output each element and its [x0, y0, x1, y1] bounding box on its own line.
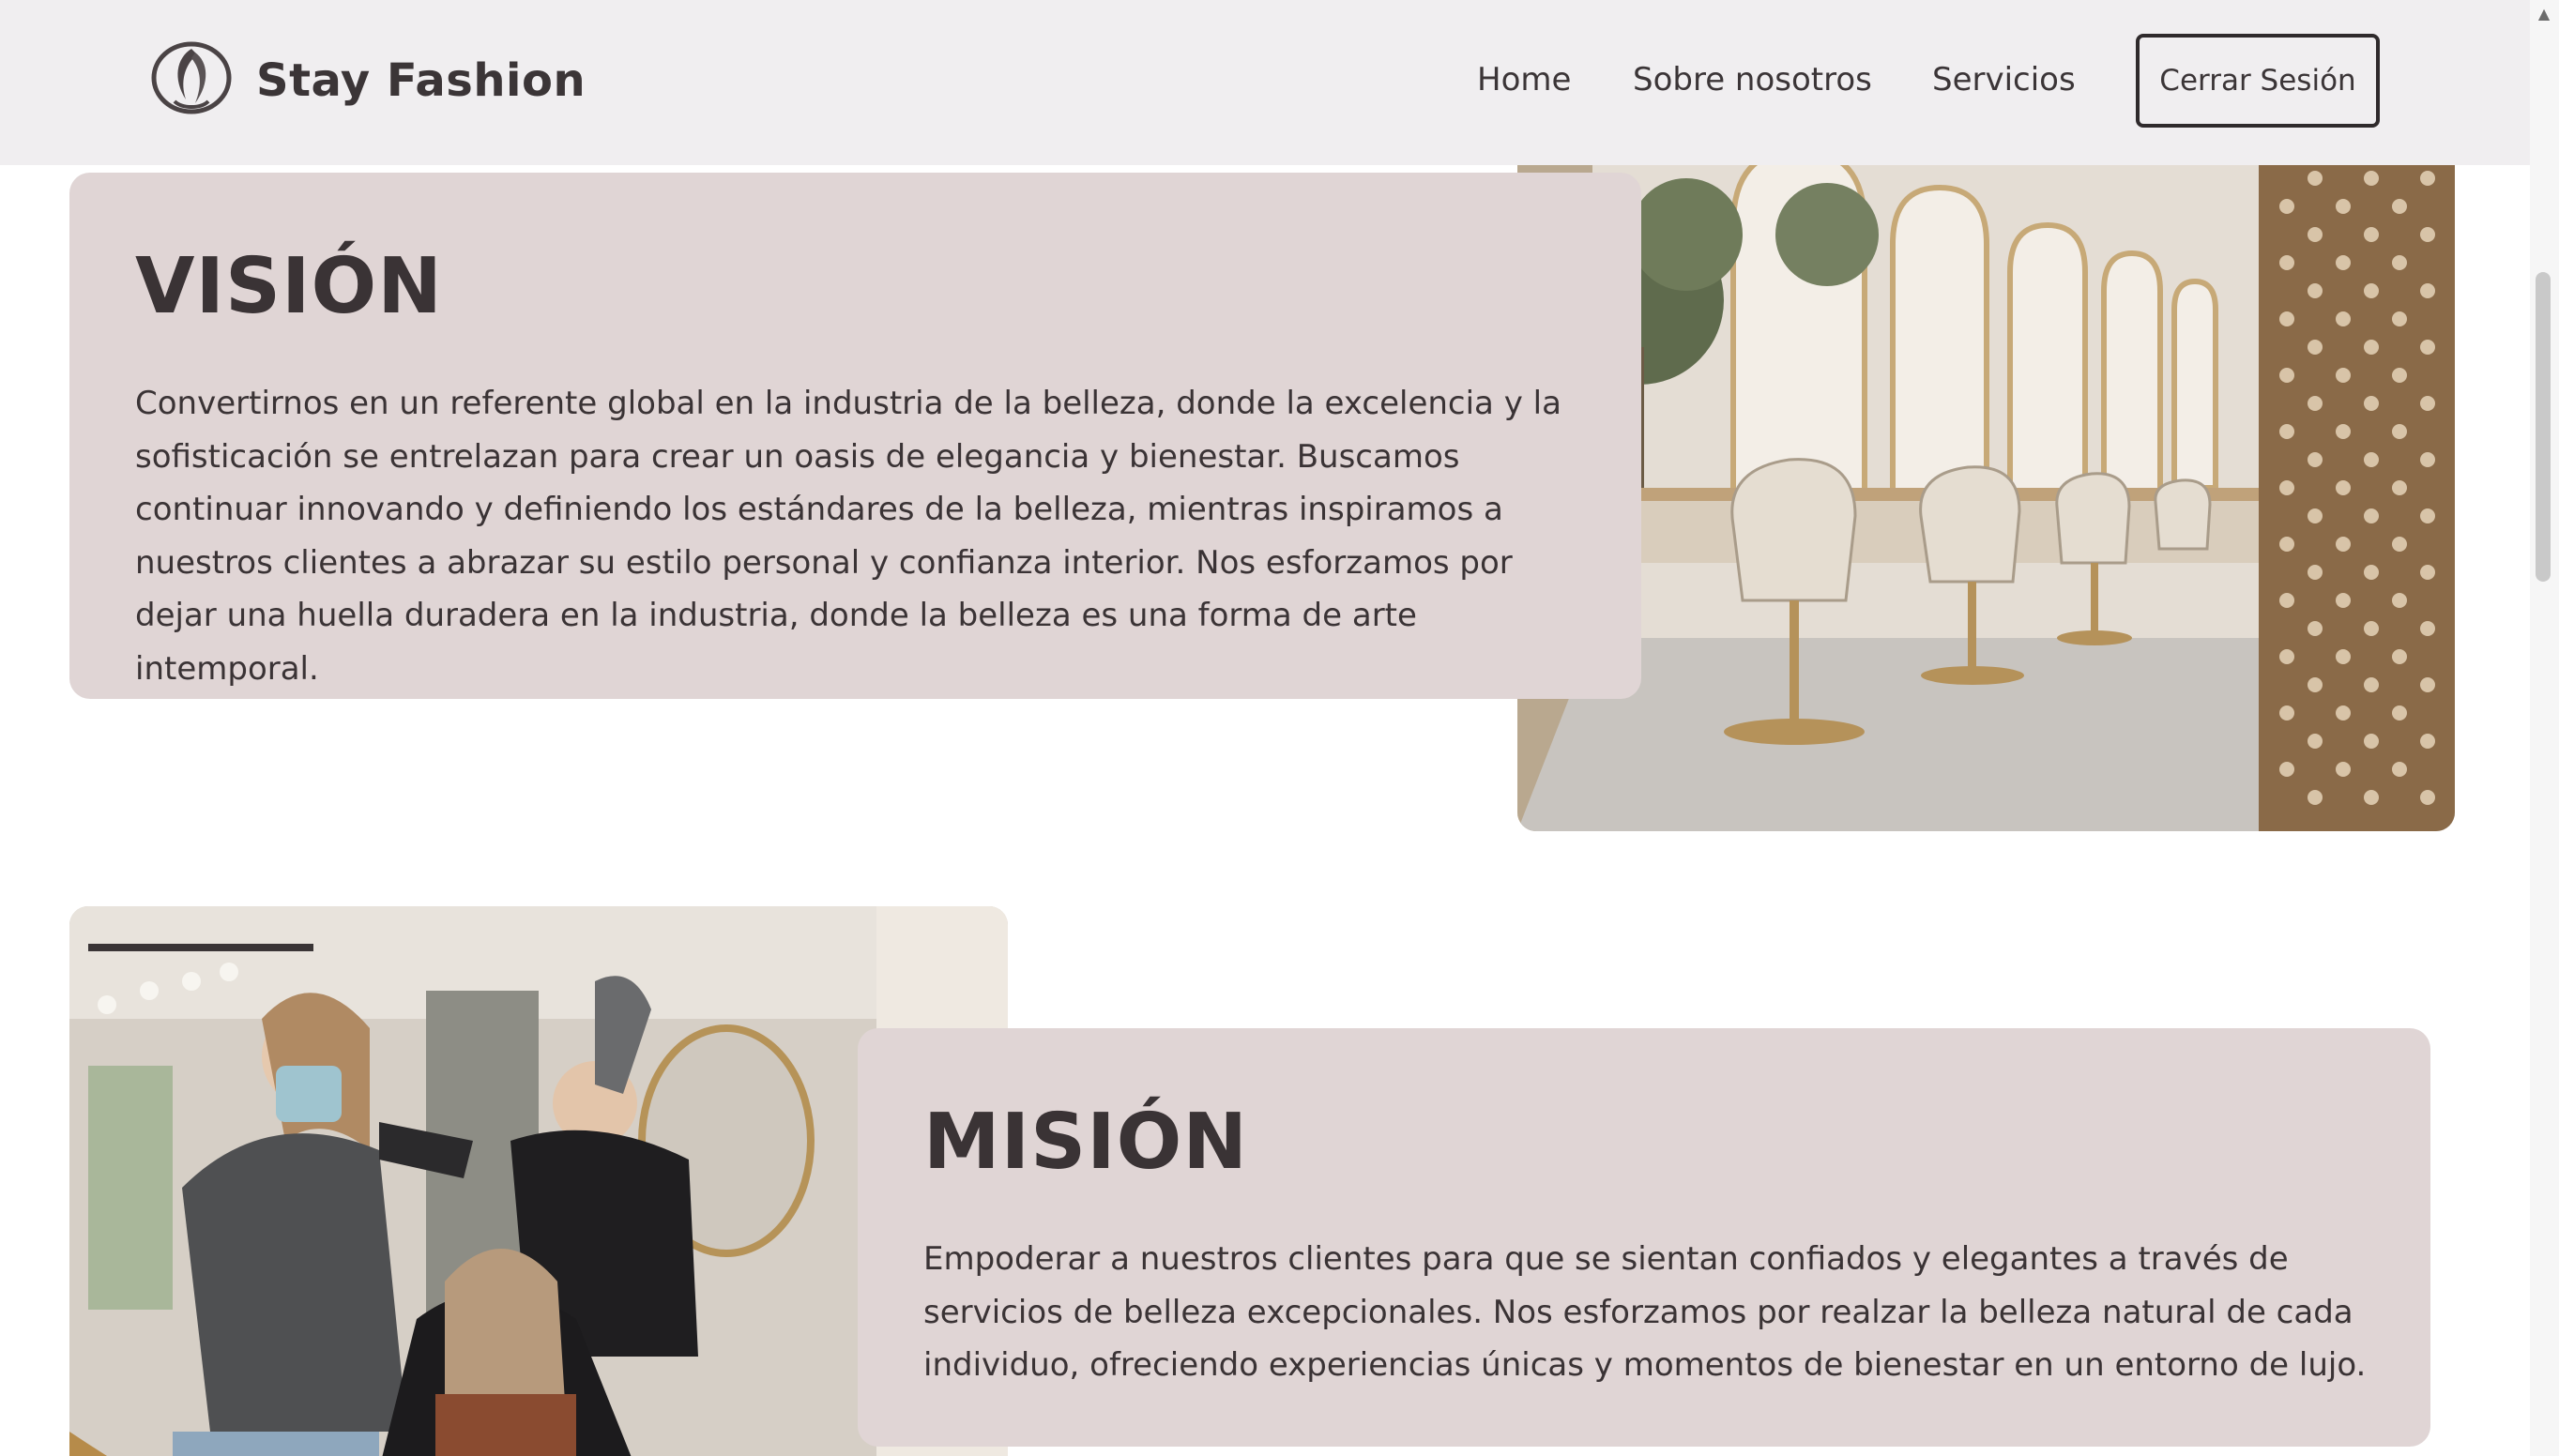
- mision-card: MISIÓN Empoderar a nuestros clientes par…: [858, 1028, 2430, 1447]
- vision-text: Convertirnos en un referente global en l…: [135, 385, 1561, 688]
- scrollbar-thumb[interactable]: [2536, 272, 2551, 582]
- mision-text: Empoderar a nuestros clientes para que s…: [923, 1240, 2367, 1384]
- mision-title: MISIÓN: [923, 1098, 1249, 1187]
- nav-home-link[interactable]: Home: [1477, 56, 1571, 103]
- nav-about-link[interactable]: Sobre nosotros: [1633, 56, 1872, 103]
- scroll-up-arrow-icon[interactable]: ▲: [2536, 6, 2552, 23]
- page: Stay Fashion Home Sobre nosotros Servici…: [0, 0, 2559, 1456]
- salon-interior-image: [1517, 113, 2455, 831]
- brand-logo-icon[interactable]: [148, 41, 235, 114]
- vision-title: VISIÓN: [135, 242, 443, 331]
- scrollbar-track[interactable]: [2530, 0, 2559, 1456]
- nav-services-link[interactable]: Servicios: [1932, 56, 2076, 103]
- brand-name[interactable]: Stay Fashion: [256, 53, 586, 109]
- salon-illustration: [1517, 113, 2455, 831]
- logout-button[interactable]: Cerrar Sesión: [2136, 34, 2380, 128]
- navbar: Stay Fashion Home Sobre nosotros Servici…: [0, 0, 2530, 165]
- vision-card: VISIÓN Convertirnos en un referente glob…: [69, 173, 1641, 699]
